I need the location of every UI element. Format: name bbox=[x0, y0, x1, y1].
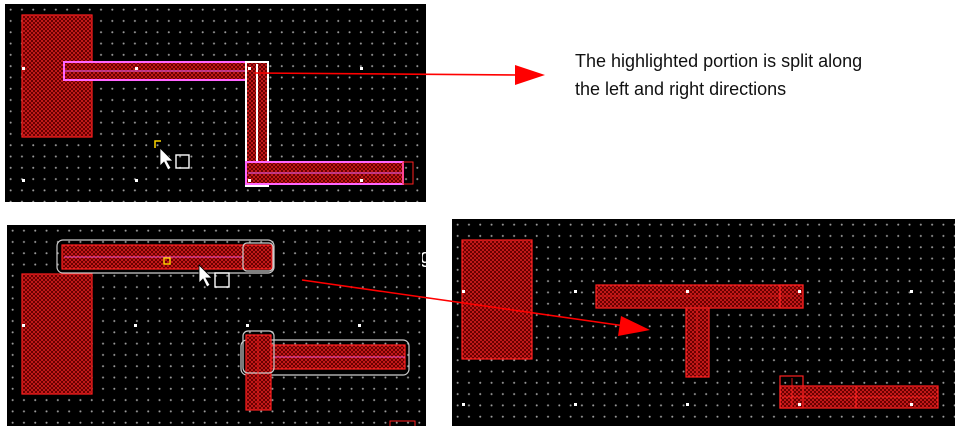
annotation-arrows bbox=[254, 65, 650, 336]
arrow-head-icon bbox=[618, 316, 650, 336]
arrow-to-result bbox=[301, 279, 626, 327]
arrow-head-icon bbox=[515, 65, 545, 85]
arrow-to-annotation bbox=[254, 72, 521, 76]
